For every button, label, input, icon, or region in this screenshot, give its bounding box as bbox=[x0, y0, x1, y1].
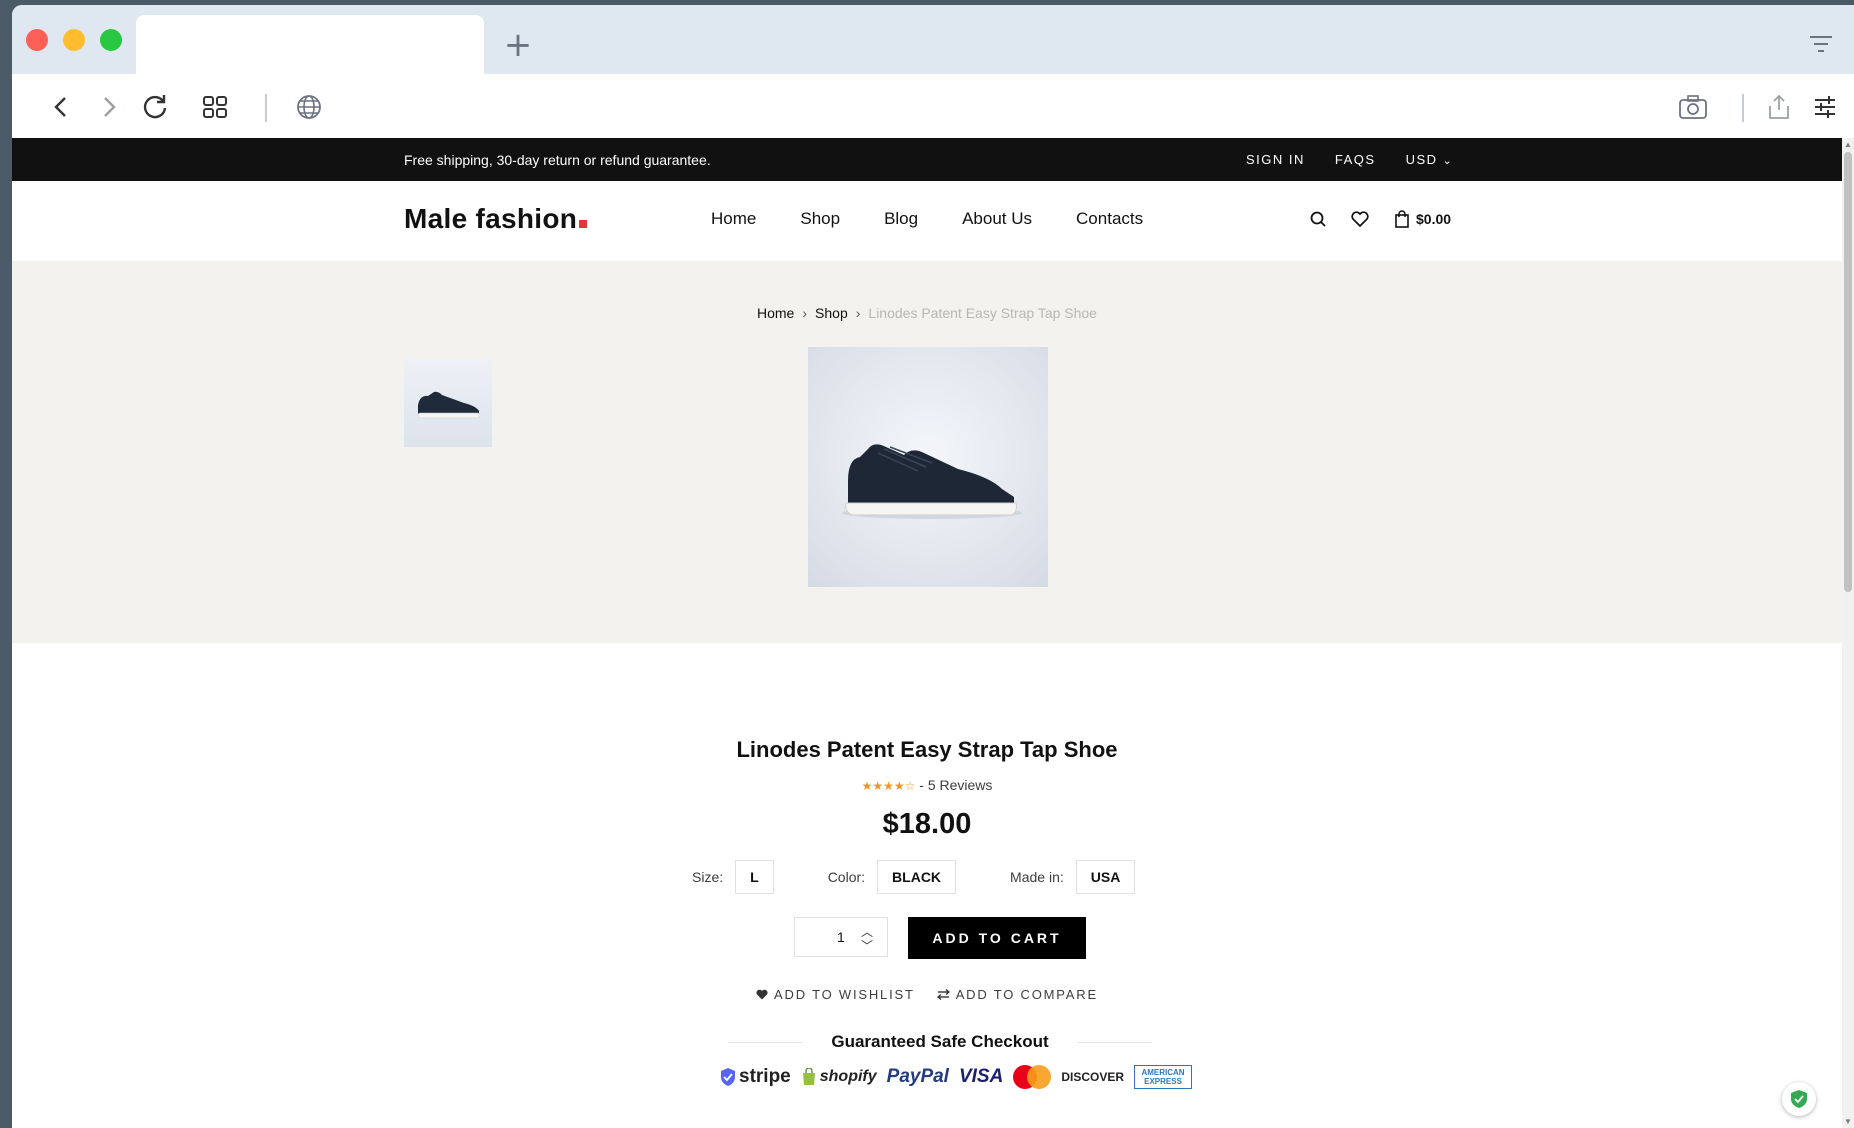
shopping-bag-icon[interactable] bbox=[1392, 209, 1412, 229]
currency-selector[interactable]: USD ⌄ bbox=[1406, 152, 1454, 167]
active-tab[interactable] bbox=[136, 15, 484, 74]
product-thumbnail[interactable] bbox=[404, 359, 492, 447]
product-main-image[interactable] bbox=[808, 347, 1048, 587]
scroll-up-icon[interactable]: ▲ bbox=[1844, 140, 1852, 149]
shopify-bag-icon bbox=[802, 1068, 815, 1085]
made-in-option[interactable]: USA bbox=[1075, 860, 1136, 894]
safe-checkout-heading: Guaranteed Safe Checkout bbox=[728, 1027, 1152, 1057]
add-to-compare-link[interactable]: ADD TO COMPARE bbox=[936, 987, 1098, 1002]
product-gallery-section: Home › Shop › Linodes Patent Easy Strap Tap … bbox=[12, 261, 1842, 643]
close-window-button[interactable] bbox=[26, 29, 48, 51]
star-rating-icon: ★★★★☆ bbox=[861, 779, 916, 793]
breadcrumb-current: Linodes Patent Easy Strap Tap Shoe bbox=[868, 305, 1097, 321]
stripe-text: stripe bbox=[739, 1066, 791, 1087]
heart-icon bbox=[756, 989, 768, 1000]
share-icon[interactable] bbox=[1760, 88, 1798, 126]
mastercard-logo bbox=[1013, 1065, 1052, 1089]
shopify-text: shopify bbox=[819, 1068, 877, 1085]
product-details-section: Linodes Patent Easy Strap Tap Shoe ★★★★☆… bbox=[12, 643, 1842, 1128]
stripe-shield-icon bbox=[721, 1068, 735, 1086]
logo-dot bbox=[579, 220, 588, 228]
divider bbox=[728, 1041, 804, 1043]
size-label: Size: bbox=[692, 869, 724, 885]
shield-check-icon bbox=[1791, 1090, 1807, 1108]
logo-text: Male fashion bbox=[404, 203, 578, 234]
top-links: SIGN IN FAQS USD ⌄ bbox=[1246, 152, 1453, 167]
discover-logo: DISCOVER bbox=[1061, 1070, 1125, 1084]
maximize-window-button[interactable] bbox=[100, 29, 122, 51]
stripe-logo: stripe bbox=[720, 1066, 791, 1088]
nav-about-us[interactable]: About Us bbox=[962, 209, 1032, 229]
tab-grid-icon[interactable] bbox=[196, 88, 234, 126]
sign-in-link[interactable]: SIGN IN bbox=[1246, 152, 1305, 167]
divider bbox=[1076, 1041, 1152, 1043]
site-header: Male fashion Home Shop Blog About Us Con… bbox=[12, 181, 1842, 261]
settings-sliders-icon[interactable] bbox=[1806, 88, 1844, 126]
chevron-right-icon: › bbox=[855, 305, 861, 321]
secondary-actions: ADD TO WISHLIST ADD TO COMPARE bbox=[12, 987, 1842, 1002]
forward-icon[interactable] bbox=[90, 88, 128, 126]
back-icon[interactable] bbox=[42, 88, 80, 126]
nav-contacts[interactable]: Contacts bbox=[1076, 209, 1143, 229]
breadcrumb-home[interactable]: Home bbox=[757, 305, 794, 321]
review-count[interactable]: - 5 Reviews bbox=[919, 777, 992, 793]
made-in-label: Made in: bbox=[1010, 869, 1064, 885]
header-actions: $0.00 bbox=[1308, 209, 1451, 229]
product-price: $18.00 bbox=[882, 808, 972, 840]
size-option[interactable]: L bbox=[735, 860, 774, 894]
faqs-link[interactable]: FAQS bbox=[1335, 152, 1376, 167]
browser-window: + Free shipping, 30-day return or refund… bbox=[12, 5, 1854, 1128]
page-viewport: Free shipping, 30-day return or refund g… bbox=[12, 138, 1842, 1128]
nav-shop[interactable]: Shop bbox=[800, 209, 840, 229]
quantity-value[interactable]: 1 bbox=[837, 929, 845, 945]
offer-bar: Free shipping, 30-day return or refund g… bbox=[12, 138, 1842, 181]
paypal-logo: PayPal bbox=[886, 1066, 949, 1087]
add-to-wishlist-label: ADD TO WISHLIST bbox=[774, 987, 915, 1002]
minimize-window-button[interactable] bbox=[63, 29, 85, 51]
nav-home[interactable]: Home bbox=[711, 209, 756, 229]
plus-icon[interactable]: + bbox=[498, 25, 538, 65]
currency-value: USD bbox=[1405, 152, 1438, 167]
color-label: Color: bbox=[827, 869, 866, 885]
page-scrollbar[interactable]: ▲ ▼ bbox=[1842, 138, 1854, 1128]
add-to-cart-button[interactable]: ADD TO CART bbox=[908, 917, 1086, 959]
scroll-down-icon[interactable]: ▼ bbox=[1844, 1117, 1852, 1126]
tab-menu-icon[interactable] bbox=[1806, 31, 1836, 57]
amex-logo: AMERICAN EXPRESS bbox=[1134, 1065, 1193, 1089]
shipping-notice: Free shipping, 30-day return or refund g… bbox=[404, 152, 711, 168]
tab-strip: + bbox=[12, 5, 1854, 74]
reload-icon[interactable] bbox=[136, 88, 174, 126]
heart-icon[interactable] bbox=[1350, 209, 1370, 229]
compare-arrows-icon bbox=[936, 989, 950, 1000]
add-to-compare-label: ADD TO COMPARE bbox=[955, 987, 1098, 1002]
chevron-down-icon: ⌄ bbox=[1442, 155, 1454, 167]
breadcrumb-shop[interactable]: Shop bbox=[815, 305, 848, 321]
toolbar-divider bbox=[1742, 94, 1744, 122]
safe-checkout-title: Guaranteed Safe Checkout bbox=[831, 1032, 1049, 1051]
security-badge[interactable] bbox=[1782, 1082, 1816, 1116]
color-option[interactable]: BLACK bbox=[877, 860, 957, 894]
quantity-stepper[interactable]: 1 ︿ ﹀ bbox=[794, 917, 888, 957]
nav-blog[interactable]: Blog bbox=[884, 209, 918, 229]
breadcrumb: Home › Shop › Linodes Patent Easy Strap Tap … bbox=[12, 305, 1842, 321]
scrollbar-thumb[interactable] bbox=[1844, 152, 1852, 592]
toolbar-divider bbox=[265, 94, 267, 122]
payment-logos: stripe shopify PayPal VISA DISCOVER AMER… bbox=[720, 1065, 1193, 1089]
logo[interactable]: Male fashion bbox=[404, 203, 588, 235]
cart-total[interactable]: $0.00 bbox=[1416, 211, 1451, 227]
main-nav: Home Shop Blog About Us Contacts bbox=[711, 209, 1187, 229]
shopify-logo: shopify bbox=[801, 1068, 877, 1086]
product-options: Size: L Color: BLACK Made in: USA bbox=[692, 860, 1136, 894]
add-to-wishlist-link[interactable]: ADD TO WISHLIST bbox=[756, 987, 915, 1002]
browser-toolbar bbox=[12, 74, 1854, 138]
globe-icon[interactable] bbox=[290, 88, 328, 126]
chevron-right-icon: › bbox=[802, 305, 808, 321]
chevron-down-icon[interactable]: ﹀ bbox=[861, 937, 873, 954]
camera-icon[interactable] bbox=[1674, 88, 1712, 126]
product-rating: ★★★★☆ - 5 Reviews bbox=[12, 777, 1842, 793]
search-icon[interactable] bbox=[1308, 209, 1328, 229]
product-title: Linodes Patent Easy Strap Tap Shoe bbox=[736, 737, 1118, 762]
visa-logo: VISA bbox=[958, 1066, 1004, 1087]
